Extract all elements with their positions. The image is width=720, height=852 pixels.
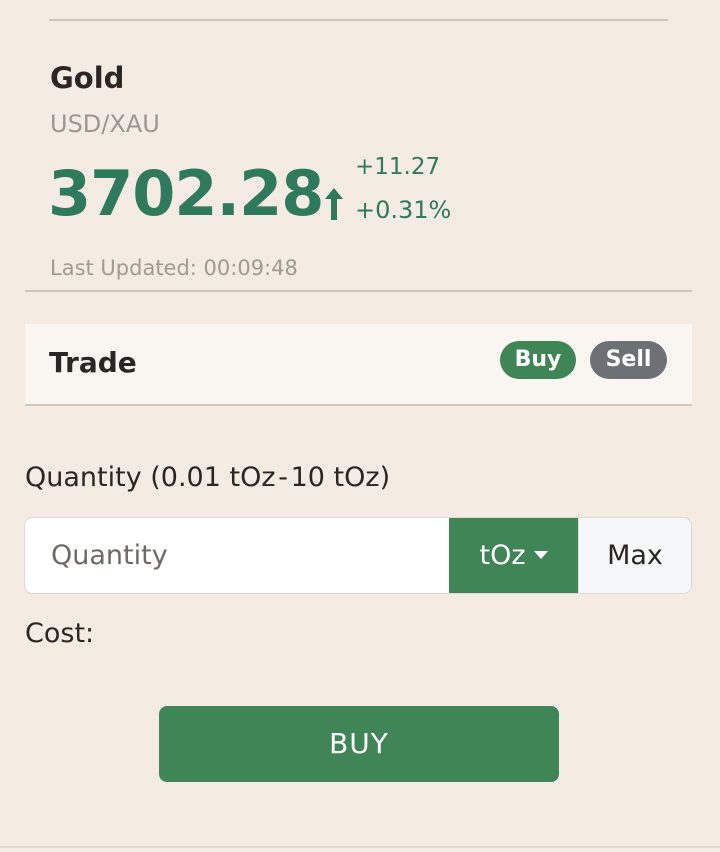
quantity-label: Quantity (0.01 tOz - 10 tOz)	[25, 462, 391, 493]
top-divider	[49, 19, 668, 21]
max-button[interactable]: Max	[578, 518, 691, 593]
caret-down-icon	[533, 550, 548, 559]
unit-dropdown-button[interactable]: tOz	[449, 518, 578, 593]
trade-panel: Gold USD/XAU 3702.28 +11.27 +0.31% Last …	[0, 0, 720, 852]
section-divider	[25, 290, 692, 292]
buy-toggle-button[interactable]: Buy	[500, 341, 576, 379]
last-updated: Last Updated: 00:09:48	[50, 256, 298, 280]
trade-title: Trade	[49, 346, 137, 379]
cost-label: Cost:	[25, 618, 95, 649]
arrow-up-icon	[325, 188, 343, 220]
asset-name: Gold	[50, 61, 125, 95]
asset-price: 3702.28	[48, 157, 324, 230]
price-change-absolute: +11.27	[355, 154, 441, 180]
asset-pair: USD/XAU	[50, 110, 160, 138]
buy-button[interactable]: BUY	[159, 706, 559, 782]
quantity-input-group: tOz Max	[25, 518, 691, 593]
unit-label: tOz	[479, 540, 526, 571]
price-change-percent: +0.31%	[355, 196, 452, 224]
trade-header: Trade Buy Sell	[25, 324, 692, 406]
sell-toggle-button[interactable]: Sell	[590, 341, 667, 379]
bottom-divider	[0, 846, 720, 848]
quantity-input[interactable]	[25, 518, 449, 593]
